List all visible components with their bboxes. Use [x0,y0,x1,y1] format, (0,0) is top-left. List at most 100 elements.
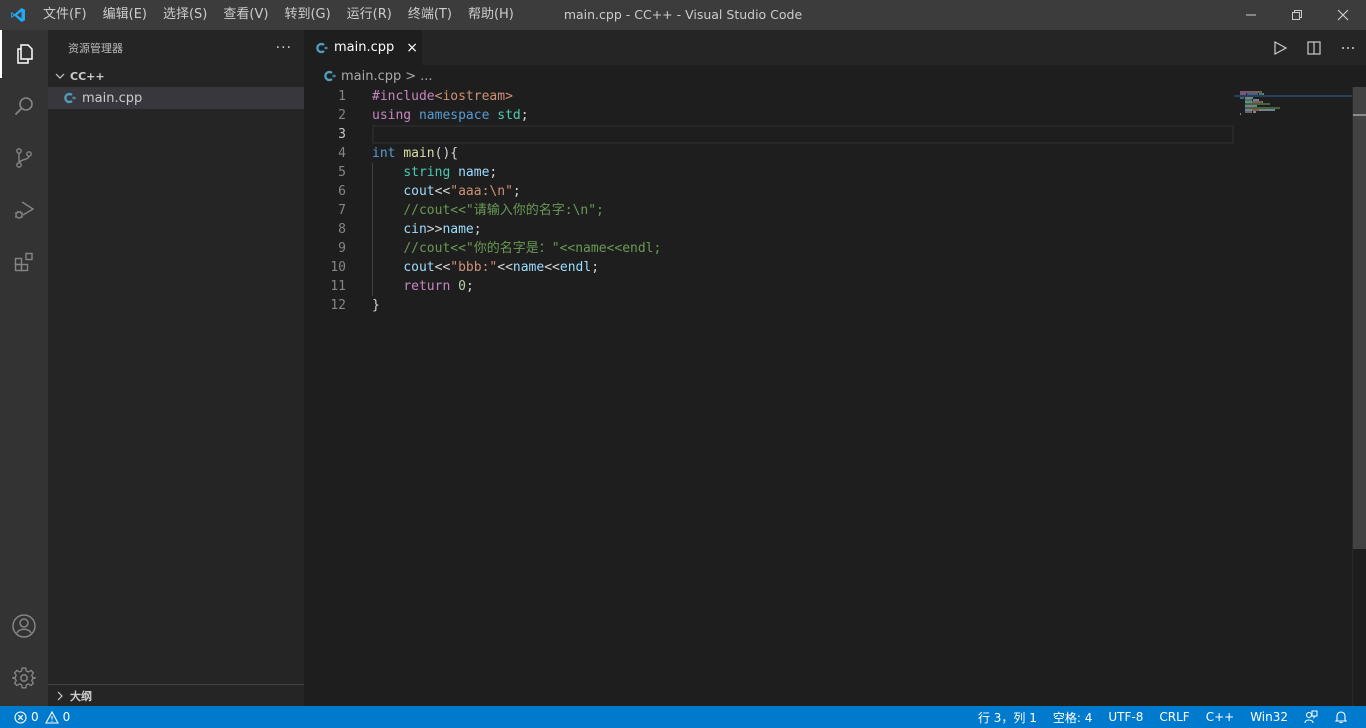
notifications-button[interactable] [1326,710,1356,724]
code-token: "aaa:\n" [450,184,513,199]
code-token: ; [591,260,600,275]
source-control-icon [16,148,32,168]
editor-actions [1270,30,1358,65]
line-content: int main(){ [372,144,458,163]
folder-cc[interactable]: CC++ [48,65,304,87]
activity-extensions[interactable] [0,238,48,286]
code-line[interactable]: 4 int main(){ [304,144,1234,163]
code-line[interactable]: 2 using namespace std; [304,106,1234,125]
breadcrumb-separator: > [405,68,417,84]
code-line[interactable]: 7 //cout<<"请输入你的名字:\n"; [304,201,1234,220]
line-content: return 0; [372,277,473,296]
code-token: namespace [418,108,490,123]
code-token: std [497,108,521,123]
line-number: 8 [338,222,346,237]
code-line[interactable]: 9 //cout<<"你的名字是："<<name<<endl; [304,239,1234,258]
play-icon [1274,40,1288,55]
menu-run[interactable]: 运行(R) [339,0,400,30]
more-actions-button[interactable]: ··· [276,40,292,56]
files-icon [17,44,33,64]
code-token: ; [473,222,482,237]
code-line[interactable]: 10 cout<<"bbb:"<<name<<endl; [304,258,1234,277]
indentation[interactable]: 空格: 4 [1045,709,1101,726]
account-icon [12,614,36,638]
code-line[interactable]: 11 return 0; [304,277,1234,296]
more-icon [1342,46,1354,49]
status-bar: 0 0 行 3，列 1 空格: 4 UTF-8 CRLF C++ Win32 [0,706,1366,728]
cpp-file-icon [64,92,76,104]
minimap-token [1240,113,1242,115]
scrollbar-cursor-marker [1353,114,1366,116]
end-of-line[interactable]: CRLF [1151,710,1197,724]
code-token: (){ [434,146,459,161]
error-icon [14,710,27,724]
activity-search[interactable] [0,82,48,130]
activity-run-debug[interactable] [0,186,48,234]
line-content: using namespace std; [372,106,529,125]
tab-main-cpp[interactable]: main.cpp × [304,30,422,65]
code-line[interactable]: 8 cin>>name; [304,220,1234,239]
gear-icon [12,667,36,689]
activity-explorer[interactable] [0,30,48,78]
code-line[interactable]: 6 cout<<"aaa:\n"; [304,182,1234,201]
minimize-icon [1246,14,1256,16]
scrollbar-thumb[interactable] [1353,87,1366,549]
folder-name: CC++ [70,69,105,83]
problems-status[interactable]: 0 0 [0,710,70,724]
run-code-button[interactable] [1270,40,1290,56]
editor-more-button[interactable] [1338,40,1358,56]
menu-selection[interactable]: 选择(S) [155,0,215,30]
line-number: 10 [330,260,346,275]
code-token: <iostream> [434,89,513,104]
minimize-button[interactable] [1228,0,1274,30]
menu-bar: 文件(F) 编辑(E) 选择(S) 查看(V) 转到(G) 运行(R) 终端(T… [35,0,522,30]
code-editor[interactable]: 1 #include<iostream> 2 using namespace std;… [304,87,1234,706]
split-editor-icon [1307,40,1321,55]
split-editor-button[interactable] [1304,40,1324,56]
minimap-token [1240,97,1244,99]
code-line[interactable]: 5 string name; [304,163,1234,182]
line-content: cin>>name; [372,220,482,239]
language-mode[interactable]: C++ [1198,710,1243,724]
line-number: 2 [338,108,346,123]
breadcrumb-symbols[interactable]: ... [420,69,432,84]
outline-section[interactable]: 大纲 [48,684,304,706]
code-line[interactable]: 1 #include<iostream> [304,87,1234,106]
code-token: //cout<<"请输入你的名字:\n"; [403,203,604,218]
code-token: } [372,298,380,313]
chevron-down-icon [52,71,68,81]
encoding[interactable]: UTF-8 [1100,710,1151,724]
menu-view[interactable]: 查看(V) [215,0,276,30]
code-line[interactable]: 12} [304,296,1234,315]
search-icon [14,97,33,116]
bell-icon [1334,711,1348,724]
code-line[interactable]: 3 [304,125,1234,144]
menu-go[interactable]: 转到(G) [276,0,338,30]
minimap-token [1244,111,1252,113]
close-window-button[interactable] [1320,0,1366,30]
activity-source-control[interactable] [0,134,48,182]
close-icon [1337,9,1349,21]
menu-edit[interactable]: 编辑(E) [95,0,155,30]
activity-accounts[interactable] [0,602,48,650]
restore-button[interactable] [1274,0,1320,30]
line-number: 3 [338,127,346,142]
code-token: string [403,165,451,180]
file-item-main-cpp[interactable]: main.cpp [48,87,304,109]
menu-file[interactable]: 文件(F) [35,0,95,30]
tab-label: main.cpp [334,40,395,55]
line-content: #include<iostream> [372,87,513,106]
breadcrumb-file[interactable]: main.cpp [341,69,401,84]
tab-close-button[interactable]: × [406,40,418,56]
line-number: 6 [338,184,346,199]
activity-manage[interactable] [0,654,48,702]
line-number: 4 [338,146,346,161]
feedback-button[interactable] [1296,710,1326,724]
cursor-position[interactable]: 行 3，列 1 [970,709,1045,726]
menu-help[interactable]: 帮助(H) [460,0,522,30]
minimap[interactable] [1234,87,1352,706]
vertical-scrollbar[interactable] [1352,87,1366,706]
platform-config[interactable]: Win32 [1242,710,1296,724]
menu-terminal[interactable]: 终端(T) [400,0,460,30]
breadcrumb: main.cpp > ... [304,65,1366,87]
